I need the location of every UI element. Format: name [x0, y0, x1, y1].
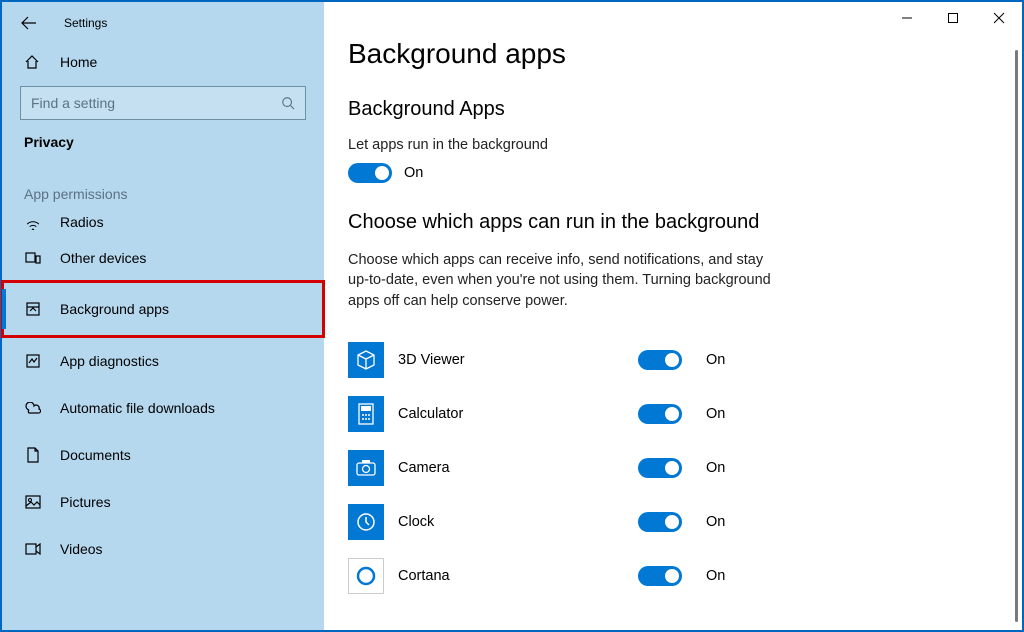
app-name: 3D Viewer [398, 352, 638, 368]
section-privacy: Privacy [2, 134, 324, 158]
cortana-icon [348, 558, 384, 594]
app-toggle-state: On [706, 460, 725, 476]
maximize-icon [947, 12, 959, 24]
app-toggle-3d-viewer[interactable] [638, 350, 682, 370]
app-name: Cortana [398, 568, 638, 584]
sidebar-item-label: App diagnostics [60, 353, 159, 369]
sidebar-item-label: Other devices [60, 250, 146, 266]
app-toggle-state: On [706, 352, 725, 368]
videos-icon [24, 543, 42, 555]
app-row-calculator: Calculator On [348, 387, 1022, 441]
master-toggle-label: Let apps run in the background [348, 137, 1022, 153]
sidebar-item-label: Videos [60, 541, 103, 557]
app-toggle-cortana[interactable] [638, 566, 682, 586]
minimize-button[interactable] [884, 2, 930, 34]
section-description: Choose which apps can receive info, send… [348, 250, 788, 311]
back-button[interactable] [16, 10, 42, 36]
sidebar-item-label: Documents [60, 447, 131, 463]
app-toggle-calculator[interactable] [638, 404, 682, 424]
sidebar-item-radios[interactable]: Radios [2, 208, 324, 234]
master-toggle[interactable] [348, 163, 392, 183]
app-toggle-camera[interactable] [638, 458, 682, 478]
sidebar-item-documents[interactable]: Documents [2, 431, 324, 478]
radios-icon [24, 220, 42, 230]
sidebar-item-other-devices[interactable]: Other devices [2, 234, 324, 281]
app-row-cortana: Cortana On [348, 549, 1022, 603]
close-button[interactable] [976, 2, 1022, 34]
other-devices-icon [24, 251, 42, 265]
app-name: Clock [398, 514, 638, 530]
search-icon [281, 96, 295, 110]
background-apps-icon [24, 301, 42, 317]
sidebar-item-app-diagnostics[interactable]: App diagnostics [2, 337, 324, 384]
nav-home-label: Home [60, 54, 97, 70]
search-input-wrap[interactable] [20, 86, 306, 120]
search-input[interactable] [31, 95, 281, 111]
cube-icon [348, 342, 384, 378]
app-toggle-clock[interactable] [638, 512, 682, 532]
sidebar-item-pictures[interactable]: Pictures [2, 478, 324, 525]
arrow-left-icon [21, 15, 37, 31]
clock-icon [348, 504, 384, 540]
group-app-permissions: App permissions [2, 158, 324, 208]
camera-icon [348, 450, 384, 486]
nav-home[interactable]: Home [2, 44, 324, 80]
app-row-clock: Clock On [348, 495, 1022, 549]
section-title-master: Background Apps [348, 98, 1022, 121]
app-diagnostics-icon [24, 353, 42, 369]
sidebar: Settings Home Privacy App permissions Ra… [2, 2, 324, 630]
master-toggle-state: On [404, 165, 423, 181]
sidebar-item-label: Automatic file downloads [60, 400, 215, 416]
app-name: Camera [398, 460, 638, 476]
app-toggle-state: On [706, 406, 725, 422]
main-content: Background apps Background Apps Let apps… [324, 2, 1022, 630]
window-title: Settings [64, 16, 107, 30]
scrollbar[interactable] [1015, 50, 1018, 622]
home-icon [24, 54, 42, 70]
pictures-icon [24, 495, 42, 509]
sidebar-item-label: Pictures [60, 494, 111, 510]
downloads-icon [24, 402, 42, 414]
section-title-choose: Choose which apps can run in the backgro… [348, 211, 1022, 234]
sidebar-item-file-downloads[interactable]: Automatic file downloads [2, 384, 324, 431]
sidebar-item-background-apps[interactable]: Background apps [2, 281, 324, 337]
sidebar-item-label: Radios [60, 214, 104, 230]
close-icon [993, 12, 1005, 24]
app-row-camera: Camera On [348, 441, 1022, 495]
app-toggle-state: On [706, 514, 725, 530]
minimize-icon [901, 12, 913, 24]
window-controls [884, 2, 1022, 42]
app-toggle-state: On [706, 568, 725, 584]
documents-icon [24, 447, 42, 463]
sidebar-item-label: Background apps [60, 301, 169, 317]
sidebar-item-videos[interactable]: Videos [2, 525, 324, 572]
page-title: Background apps [348, 38, 1022, 70]
maximize-button[interactable] [930, 2, 976, 34]
titlebar: Settings [2, 2, 324, 44]
app-name: Calculator [398, 406, 638, 422]
calculator-icon [348, 396, 384, 432]
app-row-3d-viewer: 3D Viewer On [348, 333, 1022, 387]
